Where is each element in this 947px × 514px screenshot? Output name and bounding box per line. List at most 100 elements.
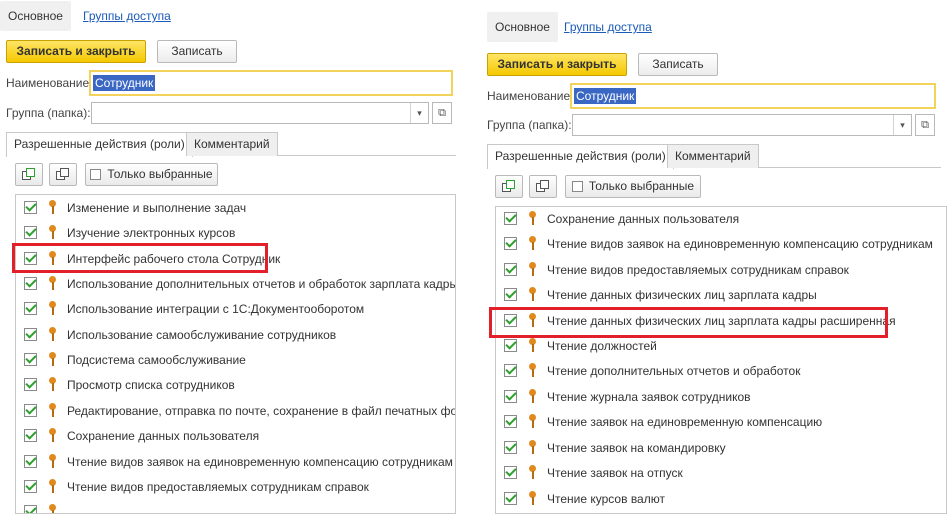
tab-main[interactable]: Основное	[0, 1, 71, 31]
checkbox-checked-icon[interactable]	[24, 404, 37, 417]
list-item[interactable]: Сохранение данных пользователя	[16, 424, 455, 449]
list-item[interactable]: Чтение заявок на отпуск	[496, 461, 946, 486]
name-field[interactable]: Сотрудник	[89, 70, 453, 96]
key-icon	[529, 491, 537, 507]
key-icon	[49, 225, 57, 241]
role-label: Чтение видов заявок на единовременную ко…	[547, 237, 933, 251]
key-icon	[49, 377, 57, 393]
checkbox-checked-icon[interactable]	[504, 212, 517, 225]
key-icon	[49, 301, 57, 317]
roles-toolbar: Только выбранные	[495, 175, 735, 199]
form-tabs: Разрешенные действия (роли) Комментарий	[487, 144, 941, 169]
checkbox-checked-icon[interactable]	[24, 353, 37, 366]
list-item[interactable]: Просмотр списка сотрудников	[16, 373, 455, 398]
roles-list: Сохранение данных пользователя Чтение ви…	[495, 206, 947, 514]
open-icon[interactable]: ⧉	[432, 102, 452, 124]
role-label: Изменение и выполнение задач	[67, 201, 247, 215]
list-item[interactable]: Изменение и выполнение задач	[16, 196, 455, 221]
save-button[interactable]: Записать	[638, 53, 718, 76]
list-item[interactable]: Использование самообслуживание сотрудник…	[16, 323, 455, 348]
key-icon	[529, 363, 537, 379]
list-item[interactable]: Чтение заявок на единовременную компенса…	[496, 410, 946, 435]
checkbox-checked-icon[interactable]	[24, 480, 37, 493]
list-item[interactable]: Использование дополнительных отчетов и о…	[16, 272, 455, 297]
role-label: Чтение заявок на командировку	[547, 441, 726, 455]
access-groups-link[interactable]: Группы доступа	[564, 12, 652, 42]
checkbox-checked-icon[interactable]	[24, 328, 37, 341]
save-close-button[interactable]: Записать и закрыть	[6, 40, 146, 63]
dropdown-arrow-icon[interactable]: ▾	[410, 103, 428, 123]
role-label: Использование интеграции с 1С:Документоо…	[67, 302, 365, 316]
list-item[interactable]: Чтение дополнительных отчетов и обработо…	[496, 359, 946, 384]
checkbox-icon	[571, 181, 583, 192]
name-field[interactable]: Сотрудник	[570, 83, 936, 109]
name-value: Сотрудник	[93, 75, 156, 91]
open-icon[interactable]: ⧉	[915, 114, 935, 136]
list-item[interactable]: Сохранение данных пользователя	[496, 207, 946, 232]
copy-icon[interactable]	[49, 163, 77, 186]
only-selected-button[interactable]: Только выбранные	[85, 163, 218, 186]
list-item[interactable]: Чтение данных физических лиц зарплата ка…	[496, 283, 946, 308]
tab-roles[interactable]: Разрешенные действия (роли)	[487, 144, 674, 169]
list-item[interactable]: Чтение заявок на командировку	[496, 436, 946, 461]
list-item[interactable]: Чтение видов предоставляемых сотрудникам…	[496, 258, 946, 283]
list-item[interactable]: Чтение курсов валют	[496, 487, 946, 512]
key-icon	[49, 276, 57, 292]
checkbox-checked-icon[interactable]	[24, 429, 37, 442]
role-label: Использование самообслуживание сотрудник…	[67, 328, 337, 342]
save-close-button[interactable]: Записать и закрыть	[487, 53, 627, 76]
role-label: Чтение курсов валют	[547, 492, 665, 506]
role-label: Чтение журнала заявок сотрудников	[547, 390, 751, 404]
check-all-icon[interactable]	[495, 175, 523, 198]
checkbox-checked-icon[interactable]	[504, 415, 517, 428]
checkbox-checked-icon[interactable]	[504, 492, 517, 505]
role-label: Сохранение данных пользователя	[547, 212, 740, 226]
checkbox-checked-icon[interactable]	[24, 201, 37, 214]
access-groups-link[interactable]: Группы доступа	[83, 1, 171, 31]
checkbox-checked-icon[interactable]	[24, 455, 37, 468]
key-icon	[49, 352, 57, 368]
role-label: Чтение видов заявок на единовременную ко…	[67, 455, 453, 469]
checkbox-checked-icon[interactable]	[504, 263, 517, 276]
group-field[interactable]: ▾	[91, 102, 429, 124]
checkbox-checked-icon[interactable]	[24, 302, 37, 315]
key-icon	[529, 262, 537, 278]
copy-icon[interactable]	[529, 175, 557, 198]
checkbox-checked-icon[interactable]	[504, 390, 517, 403]
list-item[interactable]: Чтение видов заявок на единовременную ко…	[496, 232, 946, 257]
checkbox-checked-icon[interactable]	[504, 364, 517, 377]
list-item[interactable]	[16, 500, 455, 513]
checkbox-checked-icon[interactable]	[504, 441, 517, 454]
tab-main[interactable]: Основное	[487, 12, 558, 42]
left-form: Основное Группы доступа Записать и закры…	[0, 0, 462, 514]
key-icon	[529, 338, 537, 354]
checkbox-checked-icon[interactable]	[24, 277, 37, 290]
role-label: Использование дополнительных отчетов и о…	[67, 277, 456, 291]
only-selected-label: Только выбранные	[107, 167, 213, 181]
list-item[interactable]: Использование интеграции с 1С:Документоо…	[16, 297, 455, 322]
tab-comment[interactable]: Комментарий	[667, 144, 759, 168]
list-item[interactable]: Чтение журнала заявок сотрудников	[496, 385, 946, 410]
list-item[interactable]: Редактирование, отправка по почте, сохра…	[16, 399, 455, 424]
group-field[interactable]: ▾	[572, 114, 912, 136]
list-item[interactable]: Чтение видов заявок на единовременную ко…	[16, 450, 455, 475]
checkbox-checked-icon[interactable]	[24, 226, 37, 239]
checkbox-checked-icon[interactable]	[24, 378, 37, 391]
checkbox-checked-icon[interactable]	[504, 237, 517, 250]
tab-comment[interactable]: Комментарий	[186, 132, 278, 156]
checkbox-checked-icon[interactable]	[504, 339, 517, 352]
list-item[interactable]: Подсистема самообслуживание	[16, 348, 455, 373]
tab-roles[interactable]: Разрешенные действия (роли)	[6, 132, 193, 157]
roles-list: Изменение и выполнение задач Изучение эл…	[15, 194, 456, 514]
checkbox-checked-icon[interactable]	[504, 466, 517, 479]
role-label: Подсистема самообслуживание	[67, 353, 246, 367]
only-selected-button[interactable]: Только выбранные	[565, 175, 701, 198]
list-item[interactable]: Чтение видов предоставляемых сотрудникам…	[16, 475, 455, 500]
checkbox-checked-icon[interactable]	[24, 505, 37, 513]
role-label: Чтение видов предоставляемых сотрудникам…	[547, 263, 849, 277]
role-label: Чтение дополнительных отчетов и обработо…	[547, 364, 801, 378]
save-button[interactable]: Записать	[157, 40, 237, 63]
dropdown-arrow-icon[interactable]: ▾	[893, 115, 911, 135]
check-all-icon[interactable]	[15, 163, 43, 186]
checkbox-checked-icon[interactable]	[504, 288, 517, 301]
